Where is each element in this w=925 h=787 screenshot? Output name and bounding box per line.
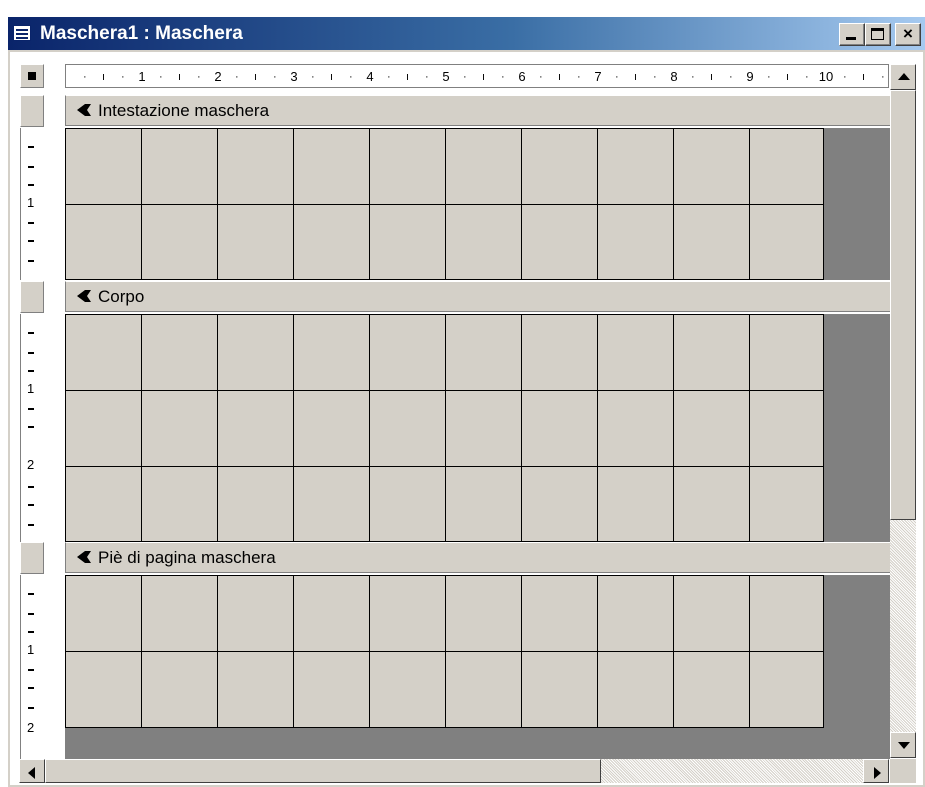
ruler-tick: · xyxy=(767,71,771,83)
ruler-tick: · xyxy=(235,71,239,83)
vertical-scrollbar[interactable] xyxy=(890,64,916,758)
section-selector-icon xyxy=(77,290,91,302)
close-icon: × xyxy=(903,24,913,43)
ruler-tick: ı xyxy=(254,71,258,83)
vertical-ruler-header: 1 xyxy=(20,128,44,280)
ruler-tick: · xyxy=(425,71,429,83)
ruler-number: 1 xyxy=(138,69,146,84)
ruler-tick: ı xyxy=(178,71,182,83)
maximize-button[interactable] xyxy=(865,23,891,46)
horizontal-scroll-thumb[interactable] xyxy=(45,759,601,783)
ruler-tick: ı xyxy=(786,71,790,83)
form-header-selector[interactable] xyxy=(20,95,44,127)
ruler-tick: · xyxy=(387,71,391,83)
vertical-ruler-footer: 1 2 xyxy=(20,575,44,759)
form-window-icon[interactable] xyxy=(13,25,31,41)
maximize-icon xyxy=(871,28,884,40)
ruler-tick: · xyxy=(615,71,619,83)
section-label: Piè di pagina maschera xyxy=(98,548,276,567)
ruler-tick: ı xyxy=(406,71,410,83)
ruler-tick: ı xyxy=(634,71,638,83)
ruler-tick: · xyxy=(311,71,315,83)
ruler-tick: · xyxy=(539,71,543,83)
ruler-number: 5 xyxy=(442,69,450,84)
form-design-window: Maschera1 : Maschera × · ı · 1 · ı · 2 · ı · 3 · ı · 4 ·… xyxy=(8,17,925,787)
ruler-tick: ı xyxy=(710,71,714,83)
form-footer-selector[interactable] xyxy=(20,542,44,574)
horizontal-ruler[interactable]: · ı · 1 · ı · 2 · ı · 3 · ı · 4 · ı · 5 · ı · 6 · ı · 7 · ı · 8 · ı · 9 · ı · 1… xyxy=(65,64,889,88)
section-selector-icon xyxy=(77,104,91,116)
section-label: Corpo xyxy=(98,287,145,306)
ruler-tick: · xyxy=(83,71,87,83)
scroll-down-arrow-icon[interactable] xyxy=(890,732,916,758)
ruler-tick: · xyxy=(805,71,809,83)
section-label: Intestazione maschera xyxy=(98,101,270,120)
ruler-tick: · xyxy=(349,71,353,83)
design-grid[interactable] xyxy=(65,575,824,728)
minimize-button[interactable] xyxy=(839,23,865,46)
design-grid[interactable] xyxy=(65,128,824,280)
ruler-tick: ı xyxy=(482,71,486,83)
scroll-up-arrow-icon[interactable] xyxy=(890,64,916,90)
ruler-number: 3 xyxy=(290,69,298,84)
form-footer-area[interactable] xyxy=(65,575,890,759)
scroll-right-arrow-icon[interactable] xyxy=(863,759,889,783)
ruler-tick: ı xyxy=(862,71,866,83)
horizontal-scrollbar[interactable] xyxy=(19,759,889,783)
form-header-area[interactable] xyxy=(65,128,890,280)
design-grid[interactable] xyxy=(65,314,824,542)
ruler-tick: · xyxy=(463,71,467,83)
ruler-tick: ı xyxy=(102,71,106,83)
vertical-scroll-thumb[interactable] xyxy=(890,90,916,520)
ruler-number: 4 xyxy=(366,69,374,84)
ruler-number: 7 xyxy=(594,69,602,84)
form-design-area: · ı · 1 · ı · 2 · ı · 3 · ı · 4 · ı · 5 · ı · 6 · ı · 7 · ı · 8 · ı · 9 · ı · 1… xyxy=(10,52,923,785)
title-bar[interactable]: Maschera1 : Maschera × xyxy=(8,17,925,50)
scroll-left-arrow-icon[interactable] xyxy=(19,759,45,783)
ruler-tick: · xyxy=(501,71,505,83)
ruler-tick: · xyxy=(691,71,695,83)
ruler-tick: · xyxy=(159,71,163,83)
ruler-tick: · xyxy=(197,71,201,83)
ruler-tick: · xyxy=(843,71,847,83)
ruler-number: 10 xyxy=(818,69,834,84)
ruler-number: 2 xyxy=(214,69,222,84)
window-title: Maschera1 : Maschera xyxy=(40,23,243,44)
section-bar-detail[interactable]: Corpo xyxy=(65,281,890,312)
ruler-tick: ı xyxy=(330,71,334,83)
ruler-tick: · xyxy=(121,71,125,83)
detail-selector[interactable] xyxy=(20,281,44,313)
ruler-number: 8 xyxy=(670,69,678,84)
section-selector-icon xyxy=(77,551,91,563)
section-bar-form-header[interactable]: Intestazione maschera xyxy=(65,95,890,126)
ruler-tick: · xyxy=(273,71,277,83)
ruler-number: 9 xyxy=(746,69,754,84)
close-button[interactable]: × xyxy=(895,23,921,46)
ruler-tick: · xyxy=(729,71,733,83)
form-selector[interactable] xyxy=(20,64,44,88)
ruler-tick: · xyxy=(653,71,657,83)
minimize-icon xyxy=(846,37,856,40)
ruler-tick: · xyxy=(881,71,885,83)
detail-area[interactable] xyxy=(65,314,890,542)
ruler-tick: · xyxy=(577,71,581,83)
scrollbar-corner xyxy=(890,759,916,783)
ruler-number: 6 xyxy=(518,69,526,84)
section-bar-form-footer[interactable]: Piè di pagina maschera xyxy=(65,542,890,573)
vertical-ruler-detail: 1 2 xyxy=(20,314,44,542)
ruler-tick: ı xyxy=(558,71,562,83)
